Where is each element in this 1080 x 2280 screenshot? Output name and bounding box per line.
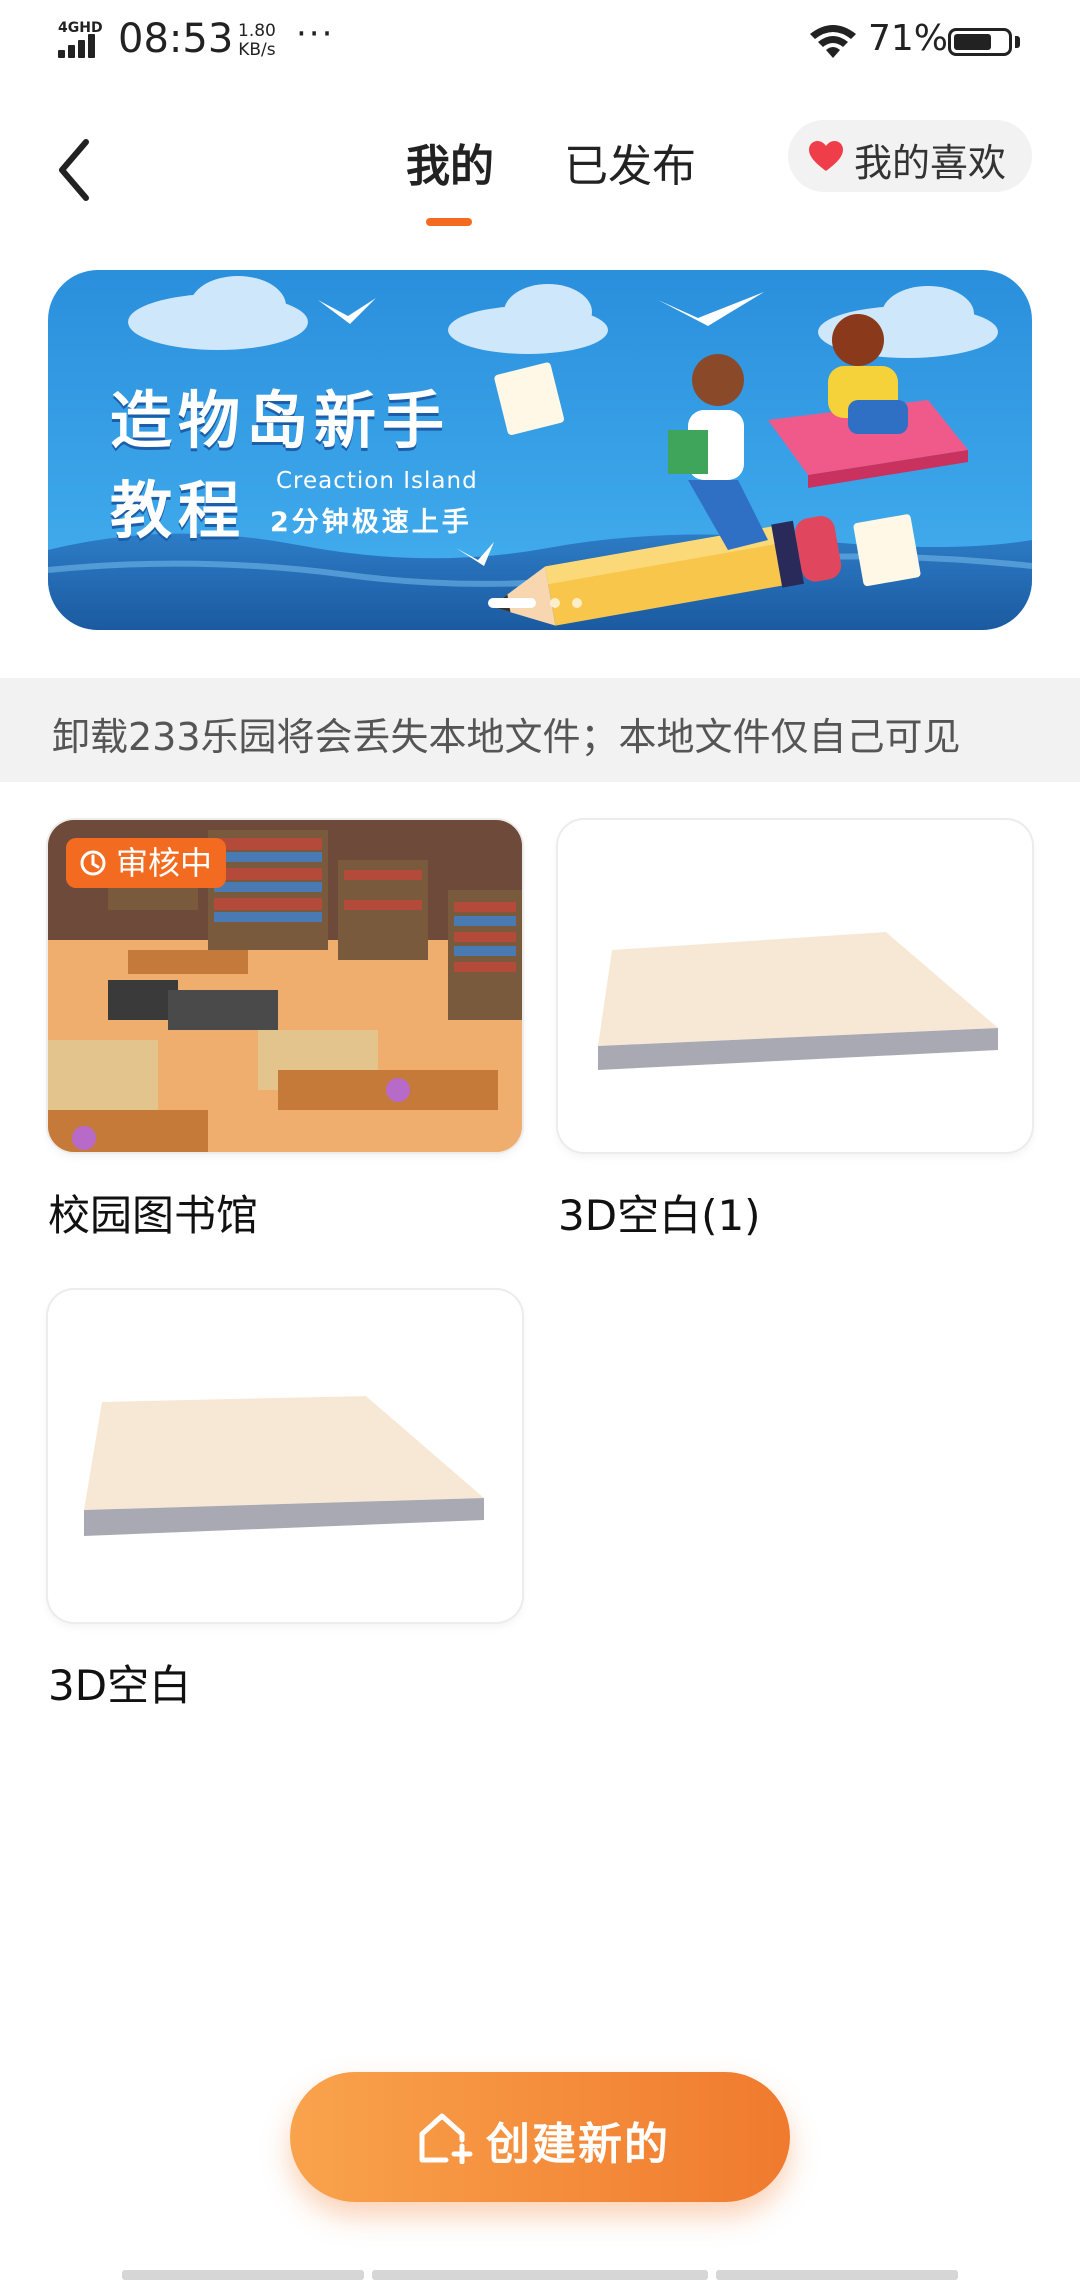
storage-notice: 卸载233乐园将会丢失本地文件；本地文件仅自己可见 bbox=[0, 678, 1080, 782]
project-title: 校园图书馆 bbox=[48, 1191, 259, 1240]
review-status-badge: 审核中 bbox=[66, 838, 227, 888]
nav-gesture-bar bbox=[372, 2270, 708, 2280]
blank-slab-image bbox=[598, 932, 998, 1070]
tab-mine[interactable]: 我的 bbox=[406, 130, 494, 194]
battery-percent: 71% bbox=[868, 18, 949, 59]
project-title: 3D空白(1) bbox=[558, 1191, 761, 1240]
favorites-label: 我的喜欢 bbox=[854, 141, 1007, 185]
carousel-dot bbox=[572, 598, 582, 608]
speed-value: 1.80 bbox=[238, 21, 276, 41]
project-title: 3D空白 bbox=[48, 1661, 192, 1710]
create-new-label: 创建新的 bbox=[486, 2119, 670, 2170]
signal-icon bbox=[58, 34, 104, 58]
carousel-dot-active bbox=[488, 598, 536, 608]
clock-icon bbox=[80, 850, 106, 876]
network-speed: 1.80 KB/s bbox=[238, 22, 276, 60]
battery-tip bbox=[1015, 36, 1020, 48]
top-nav: 我的 已发布 我的喜欢 bbox=[0, 110, 1080, 230]
create-new-button[interactable]: 创建新的 bbox=[290, 2072, 790, 2202]
back-button[interactable] bbox=[46, 124, 106, 204]
tab-published[interactable]: 已发布 bbox=[564, 130, 696, 194]
blank-slab-image bbox=[84, 1396, 484, 1536]
banner-subtitle: 2分钟极速上手 bbox=[270, 507, 472, 538]
add-home-icon bbox=[419, 2113, 473, 2164]
wifi-icon bbox=[810, 25, 856, 58]
badge-label: 审核中 bbox=[116, 844, 213, 882]
my-favorites-button[interactable]: 我的喜欢 bbox=[788, 120, 1032, 192]
active-tab-indicator bbox=[426, 218, 472, 226]
carousel-indicator bbox=[488, 598, 608, 608]
project-thumbnail-blank bbox=[558, 820, 1032, 1152]
more-notifications-icon: ··· bbox=[296, 14, 335, 54]
banner-title-line1: 造物岛新手 bbox=[110, 384, 451, 457]
heart-icon bbox=[809, 141, 843, 171]
banner-english-title: Creaction Island bbox=[276, 468, 478, 494]
project-thumbnail-blank bbox=[48, 1290, 522, 1622]
project-thumbnail-library: 审核中 bbox=[48, 820, 522, 1152]
notice-text: 卸载233乐园将会丢失本地文件；本地文件仅自己可见 bbox=[52, 715, 961, 759]
nav-gesture-bar bbox=[716, 2270, 958, 2280]
nav-gesture-bar bbox=[122, 2270, 364, 2280]
battery-icon bbox=[948, 28, 1012, 56]
status-bar: 4GHD 08:53 1.80 KB/s ··· 71% bbox=[0, 0, 1080, 84]
status-time: 08:53 bbox=[118, 16, 234, 62]
tutorial-banner[interactable]: 造物岛新手 教程 Creaction Island 2分钟极速上手 bbox=[48, 270, 1032, 630]
back-arrow-icon bbox=[59, 139, 89, 201]
speed-unit: KB/s bbox=[238, 40, 276, 60]
carousel-dot bbox=[550, 598, 560, 608]
banner-title-line2: 教程 bbox=[110, 474, 247, 547]
